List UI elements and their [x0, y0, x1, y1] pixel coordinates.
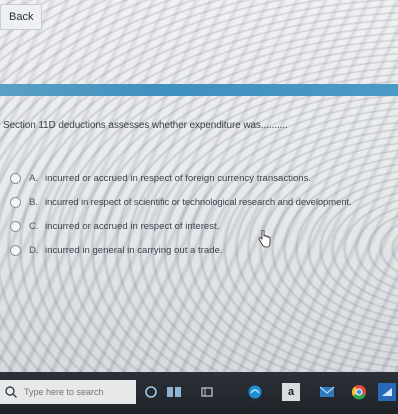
- mail-icon[interactable]: [318, 383, 336, 401]
- radio-option-c[interactable]: [10, 220, 21, 232]
- option-a-letter: A.: [29, 172, 39, 184]
- option-b-text: incurred in respect of scientific or tec…: [45, 196, 352, 208]
- network-icon[interactable]: [378, 383, 396, 401]
- hand-cursor-icon: [258, 230, 271, 248]
- task-view-icon[interactable]: [165, 383, 183, 401]
- answer-options: A. incurred or accrued in respect of for…: [10, 166, 398, 262]
- back-button[interactable]: Back: [0, 4, 43, 30]
- option-d-letter: D.: [29, 244, 39, 256]
- option-a[interactable]: A. incurred or accrued in respect of for…: [10, 166, 398, 190]
- header-banner: [0, 84, 398, 96]
- option-c[interactable]: C. incurred or accrued in respect of int…: [10, 214, 398, 238]
- edge-icon[interactable]: [198, 383, 216, 401]
- option-b-letter: B.: [29, 196, 39, 208]
- option-d-text: incurred in general in carrying out a tr…: [45, 244, 223, 256]
- search-icon: [5, 386, 17, 398]
- option-c-letter: C.: [29, 220, 39, 232]
- radio-option-d[interactable]: [10, 244, 21, 256]
- question-text: Section 11D deductions assesses whether …: [3, 120, 288, 131]
- amazon-icon[interactable]: a: [282, 383, 300, 401]
- option-a-text: incurred or accrued in respect of foreig…: [45, 172, 312, 184]
- cortana-icon[interactable]: [142, 383, 160, 401]
- option-c-text: incurred or accrued in respect of intere…: [45, 220, 220, 232]
- radio-option-a[interactable]: [10, 172, 21, 184]
- option-b[interactable]: B. incurred in respect of scientific or …: [10, 190, 398, 214]
- taskbar: a: [0, 372, 398, 414]
- taskbar-search-input[interactable]: [22, 386, 136, 398]
- chrome-icon[interactable]: [350, 383, 368, 401]
- taskbar-search-box[interactable]: [0, 380, 136, 404]
- store-icon[interactable]: [246, 383, 264, 401]
- option-d[interactable]: D. incurred in general in carrying out a…: [10, 238, 398, 262]
- radio-option-b[interactable]: [10, 196, 21, 208]
